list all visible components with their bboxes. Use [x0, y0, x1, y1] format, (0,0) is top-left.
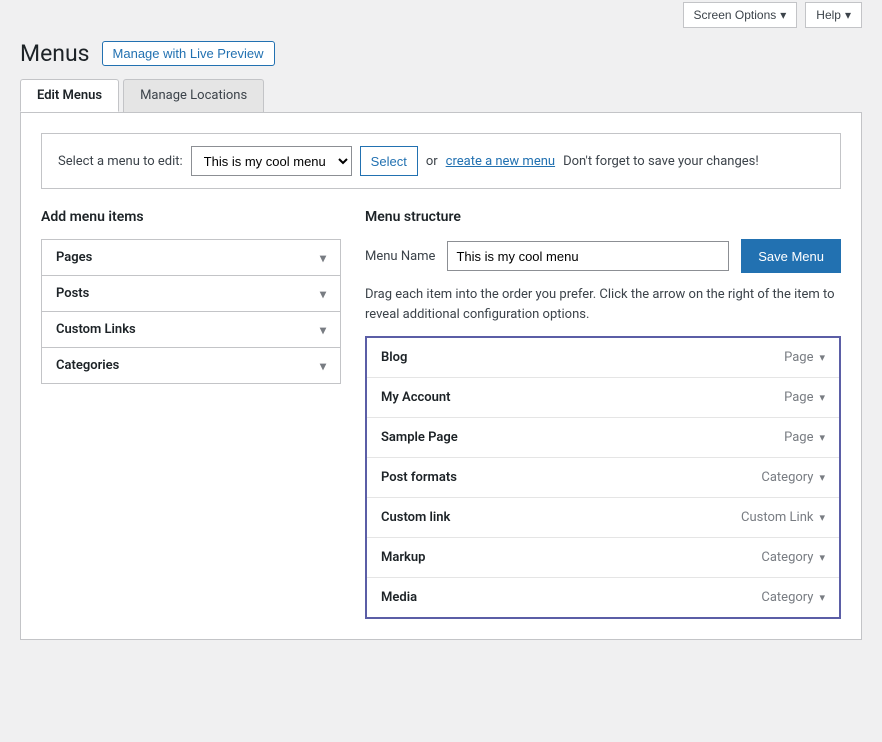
accordion-arrow-posts: ▾	[320, 287, 326, 301]
tab-edit-menus[interactable]: Edit Menus	[20, 79, 119, 112]
accordion-label-categories: Categories	[56, 358, 119, 373]
chevron-down-icon-media: ▾	[819, 591, 825, 604]
add-menu-items-panel: Add menu items Pages ▾ Posts ▾	[41, 209, 341, 384]
menu-item-type-text-post-formats: Category	[761, 470, 813, 485]
top-bar: Screen Options ▾ Help ▾	[0, 0, 882, 30]
chevron-down-icon-post-formats: ▾	[819, 471, 825, 484]
accordion-pages: Pages ▾	[41, 239, 341, 275]
help-arrow: ▾	[845, 8, 851, 22]
content-area: Select a menu to edit: This is my cool m…	[20, 112, 862, 640]
menu-item-type-my-account: Page ▾	[784, 390, 825, 405]
select-menu-label: Select a menu to edit:	[58, 154, 183, 169]
select-menu-bar: Select a menu to edit: This is my cool m…	[41, 133, 841, 189]
accordion-arrow-custom-links: ▾	[320, 323, 326, 337]
menu-item-type-text-my-account: Page	[784, 390, 813, 405]
menu-item-my-account[interactable]: My Account Page ▾	[367, 378, 839, 418]
chevron-down-icon-blog: ▾	[819, 351, 825, 364]
menu-item-type-text-custom-link: Custom Link	[741, 510, 813, 525]
accordion-arrow-pages: ▾	[320, 251, 326, 265]
help-label: Help	[816, 8, 841, 22]
menu-item-type-media: Category ▾	[761, 590, 825, 605]
menu-structure-title: Menu structure	[365, 209, 841, 225]
menu-name-row: Menu Name Save Menu	[365, 239, 841, 273]
save-menu-button[interactable]: Save Menu	[741, 239, 841, 273]
chevron-down-icon-sample-page: ▾	[819, 431, 825, 444]
menu-item-type-markup: Category ▾	[761, 550, 825, 565]
menu-item-label-custom-link: Custom link	[381, 510, 450, 525]
accordion-label-pages: Pages	[56, 250, 92, 265]
menu-item-type-custom-link: Custom Link ▾	[741, 510, 825, 525]
menu-item-label-post-formats: Post formats	[381, 470, 457, 485]
menu-item-sample-page[interactable]: Sample Page Page ▾	[367, 418, 839, 458]
screen-options-button[interactable]: Screen Options ▾	[683, 2, 798, 28]
accordion-categories: Categories ▾	[41, 347, 341, 384]
menu-item-type-text-blog: Page	[784, 350, 813, 365]
accordion-label-custom-links: Custom Links	[56, 322, 136, 337]
menu-items-box: Blog Page ▾ My Account Page ▾	[365, 336, 841, 619]
main-layout: Add menu items Pages ▾ Posts ▾	[41, 209, 841, 619]
menu-item-label-media: Media	[381, 590, 417, 605]
page-wrapper: Menus Manage with Live Preview Edit Menu…	[0, 30, 882, 660]
or-text: or	[426, 154, 438, 169]
menu-item-label-my-account: My Account	[381, 390, 451, 405]
menu-item-blog[interactable]: Blog Page ▾	[367, 338, 839, 378]
chevron-down-icon-custom-link: ▾	[819, 511, 825, 524]
screen-options-label: Screen Options	[694, 8, 777, 22]
page-title: Menus	[20, 40, 90, 67]
tab-manage-locations[interactable]: Manage Locations	[123, 79, 264, 112]
menu-structure-panel: Menu structure Menu Name Save Menu Drag …	[365, 209, 841, 619]
accordion-header-custom-links[interactable]: Custom Links ▾	[42, 312, 340, 347]
menu-select-dropdown[interactable]: This is my cool menu	[191, 146, 352, 176]
accordion-header-pages[interactable]: Pages ▾	[42, 240, 340, 275]
menu-item-custom-link[interactable]: Custom link Custom Link ▾	[367, 498, 839, 538]
accordion-posts: Posts ▾	[41, 275, 341, 311]
add-items-title: Add menu items	[41, 209, 341, 225]
menu-item-type-text-markup: Category	[761, 550, 813, 565]
menu-item-type-sample-page: Page ▾	[784, 430, 825, 445]
menu-name-input[interactable]	[447, 241, 729, 271]
select-menu-button[interactable]: Select	[360, 146, 418, 176]
hint-text: Don't forget to save your changes!	[563, 154, 759, 169]
menu-item-label-blog: Blog	[381, 350, 407, 365]
drag-hint: Drag each item into the order you prefer…	[365, 285, 841, 324]
help-button[interactable]: Help ▾	[805, 2, 862, 28]
chevron-down-icon-my-account: ▾	[819, 391, 825, 404]
accordion-arrow-categories: ▾	[320, 359, 326, 373]
screen-options-arrow: ▾	[780, 8, 786, 22]
accordion-header-posts[interactable]: Posts ▾	[42, 276, 340, 311]
menu-item-label-sample-page: Sample Page	[381, 430, 458, 445]
menu-name-label: Menu Name	[365, 249, 435, 264]
menu-item-markup[interactable]: Markup Category ▾	[367, 538, 839, 578]
menu-item-type-blog: Page ▾	[784, 350, 825, 365]
accordion-header-categories[interactable]: Categories ▾	[42, 348, 340, 383]
menu-item-type-post-formats: Category ▾	[761, 470, 825, 485]
menu-item-post-formats[interactable]: Post formats Category ▾	[367, 458, 839, 498]
chevron-down-icon-markup: ▾	[819, 551, 825, 564]
tabs-container: Edit Menus Manage Locations	[20, 79, 862, 112]
menu-item-label-markup: Markup	[381, 550, 425, 565]
menu-item-type-text-sample-page: Page	[784, 430, 813, 445]
menu-item-media[interactable]: Media Category ▾	[367, 578, 839, 617]
menu-item-type-text-media: Category	[761, 590, 813, 605]
accordion: Pages ▾ Posts ▾ Custom Links ▾	[41, 239, 341, 384]
create-new-menu-link[interactable]: create a new menu	[446, 154, 555, 169]
page-title-row: Menus Manage with Live Preview	[20, 40, 862, 67]
accordion-custom-links: Custom Links ▾	[41, 311, 341, 347]
live-preview-button[interactable]: Manage with Live Preview	[102, 41, 275, 66]
accordion-label-posts: Posts	[56, 286, 89, 301]
